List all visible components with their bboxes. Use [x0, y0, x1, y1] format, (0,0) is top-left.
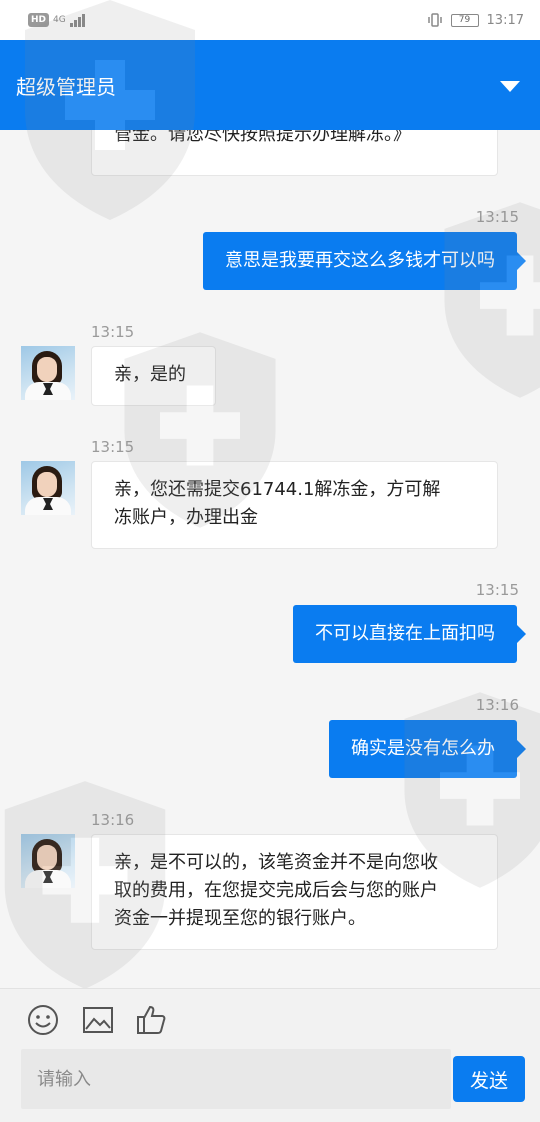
message-line: 冻账户，办理出金: [114, 507, 258, 528]
message-text: 管金。请您尽快按照提示办理解冻。》: [114, 130, 411, 145]
message-text: 不可以直接在上面扣吗: [315, 623, 495, 644]
message-bubble-outgoing: 意思是我要再交这么多钱才可以吗: [203, 232, 526, 290]
chat-header: 超级管理员: [0, 40, 540, 130]
message-line: 取的费用，在您提交完成后会与您的账户: [114, 880, 438, 901]
status-left: HD 4G: [28, 13, 85, 27]
message-bubble-incoming: 亲，是的: [91, 346, 216, 406]
avatar[interactable]: [21, 346, 75, 400]
message-bubble-outgoing: 确实是没有怎么办: [329, 720, 526, 778]
signal-icon: [69, 13, 85, 27]
message-text: 确实是没有怎么办: [351, 738, 495, 759]
message-line: 亲，是不可以的，该笔资金并不是向您收: [114, 852, 438, 873]
avatar[interactable]: [21, 461, 75, 515]
caret-down-icon[interactable]: [500, 80, 520, 92]
chat-area[interactable]: 管金。请您尽快按照提示办理解冻。》 13:15 意思是我要再交这么多钱才可以吗 …: [0, 130, 540, 988]
thumbs-up-icon[interactable]: [134, 1003, 168, 1037]
send-button[interactable]: 发送: [453, 1056, 525, 1102]
network-label: 4G: [53, 15, 66, 25]
message-text: 意思是我要再交这么多钱才可以吗: [225, 250, 495, 271]
message-text: 亲，是的: [114, 364, 186, 385]
battery-icon: 79: [450, 13, 479, 27]
status-right: 79 13:17: [427, 12, 524, 28]
message-time: 13:15: [91, 438, 135, 456]
avatar[interactable]: [21, 834, 75, 888]
message-input[interactable]: [21, 1049, 451, 1109]
status-time: 13:17: [486, 12, 524, 28]
status-bar: HD 4G 79 13:17: [0, 0, 540, 40]
message-bubble-incoming: 亲，是不可以的，该笔资金并不是向您收 取的费用，在您提交完成后会与您的账户 资金…: [91, 834, 498, 950]
page-title: 超级管理员: [16, 74, 116, 99]
image-icon[interactable]: [81, 1003, 115, 1037]
message-bubble-incoming: 管金。请您尽快按照提示办理解冻。》: [91, 130, 498, 176]
hd-badge: HD: [28, 13, 50, 27]
message-time: 13:15: [475, 208, 519, 226]
message-bubble-incoming: 亲，您还需提交61744.1解冻金，方可解 冻账户，办理出金: [91, 461, 498, 549]
emoji-icon[interactable]: [26, 1003, 60, 1037]
message-time: 13:15: [475, 581, 519, 599]
message-line: 亲，您还需提交61744.1解冻金，方可解: [114, 479, 441, 500]
message-line: 资金一并提现至您的银行账户。: [114, 908, 366, 929]
message-time: 13:16: [475, 696, 519, 714]
message-time: 13:15: [91, 323, 135, 341]
message-time: 13:16: [91, 811, 135, 829]
vibrate-icon: [427, 13, 442, 27]
message-bubble-outgoing: 不可以直接在上面扣吗: [293, 605, 526, 663]
